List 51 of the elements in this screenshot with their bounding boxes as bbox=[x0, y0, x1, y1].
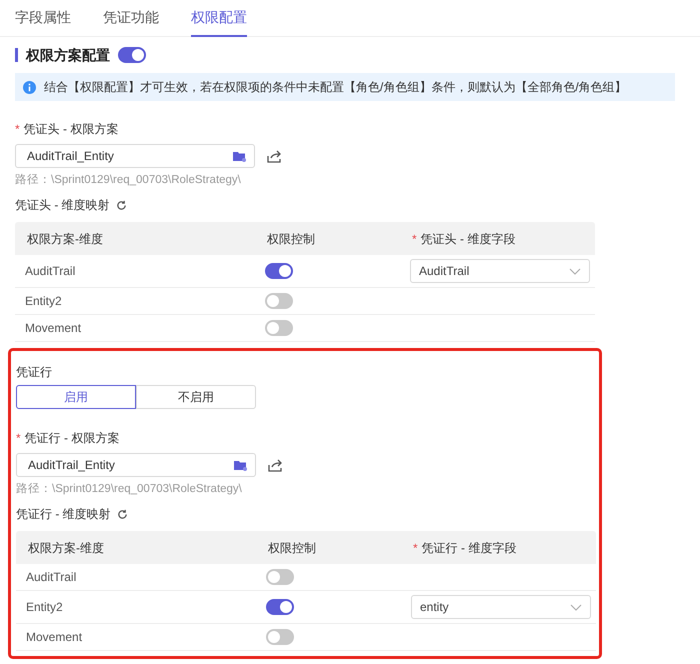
path-text: 路径：\Sprint0129\req_00703\RoleStrategy\ bbox=[15, 172, 242, 188]
tab[interactable]: 字段属性 bbox=[15, 0, 71, 37]
required-mark: * bbox=[413, 540, 418, 556]
toggle-switch[interactable] bbox=[266, 629, 294, 645]
folder-icon bbox=[234, 460, 247, 470]
table-cell-text: AuditTrail bbox=[24, 263, 76, 280]
table-cell-text: AuditTrail bbox=[25, 569, 78, 586]
segment-option[interactable]: 启用 bbox=[16, 385, 136, 409]
scheme-input[interactable]: AuditTrail_Entity bbox=[16, 453, 256, 477]
field-select[interactable]: entity bbox=[411, 595, 591, 619]
scheme-input[interactable]: AuditTrail_Entity bbox=[15, 144, 255, 168]
section-title: 权限方案配置 bbox=[26, 46, 110, 64]
toggle-switch[interactable] bbox=[266, 599, 294, 615]
section-marker bbox=[15, 48, 18, 62]
toggle-switch[interactable] bbox=[265, 293, 293, 309]
field-label: 凭证行 - 权限方案 bbox=[24, 430, 120, 447]
column-header: 权限方案-维度 bbox=[28, 540, 104, 556]
tab[interactable]: 凭证功能 bbox=[103, 0, 159, 37]
column-header: 凭证行 - 维度字段 bbox=[422, 540, 516, 556]
share-icon[interactable] bbox=[268, 458, 282, 472]
field-label: 凭证头 - 权限方案 bbox=[24, 121, 118, 138]
column-header: 凭证头 - 维度字段 bbox=[420, 230, 516, 248]
required-mark: * bbox=[15, 121, 20, 138]
refresh-icon[interactable] bbox=[116, 200, 127, 210]
field-select[interactable]: AuditTrail bbox=[410, 259, 590, 283]
table-cell-text: Entity2 bbox=[24, 293, 63, 310]
notice-text: 结合【权限配置】才可生效，若在权限项的条件中未配置【角色/角色组】条件，则默认为【全部角色/角色组】 bbox=[44, 79, 627, 96]
required-mark: * bbox=[412, 230, 417, 248]
required-mark: * bbox=[16, 430, 21, 447]
column-header: 权限控制 bbox=[267, 230, 315, 248]
chevron-down-icon bbox=[570, 604, 582, 610]
column-header: 权限方案-维度 bbox=[27, 230, 103, 248]
section-label: 凭证行 - 维度映射 bbox=[16, 506, 111, 523]
table-cell-text: Movement bbox=[25, 629, 84, 646]
refresh-icon[interactable] bbox=[116, 508, 128, 520]
table-cell-text: Movement bbox=[24, 320, 82, 337]
column-header: 权限控制 bbox=[268, 540, 316, 556]
folder-icon bbox=[233, 150, 246, 162]
path-text: 路径：\Sprint0129\req_00703\RoleStrategy\ bbox=[16, 482, 243, 497]
info-icon bbox=[23, 80, 36, 94]
field-label: 凭证行 bbox=[16, 364, 53, 381]
toggle-switch[interactable] bbox=[265, 263, 293, 279]
toggle-switch[interactable] bbox=[265, 320, 293, 336]
section-label: 凭证头 - 维度映射 bbox=[15, 197, 110, 214]
chevron-down-icon bbox=[569, 268, 581, 274]
share-icon[interactable] bbox=[267, 150, 281, 162]
table-cell-text: Entity2 bbox=[25, 599, 64, 616]
tab[interactable]: 权限配置 bbox=[191, 0, 247, 37]
toggle-switch[interactable] bbox=[118, 47, 146, 63]
segment-option[interactable]: 不启用 bbox=[136, 385, 256, 409]
toggle-switch[interactable] bbox=[266, 569, 294, 585]
